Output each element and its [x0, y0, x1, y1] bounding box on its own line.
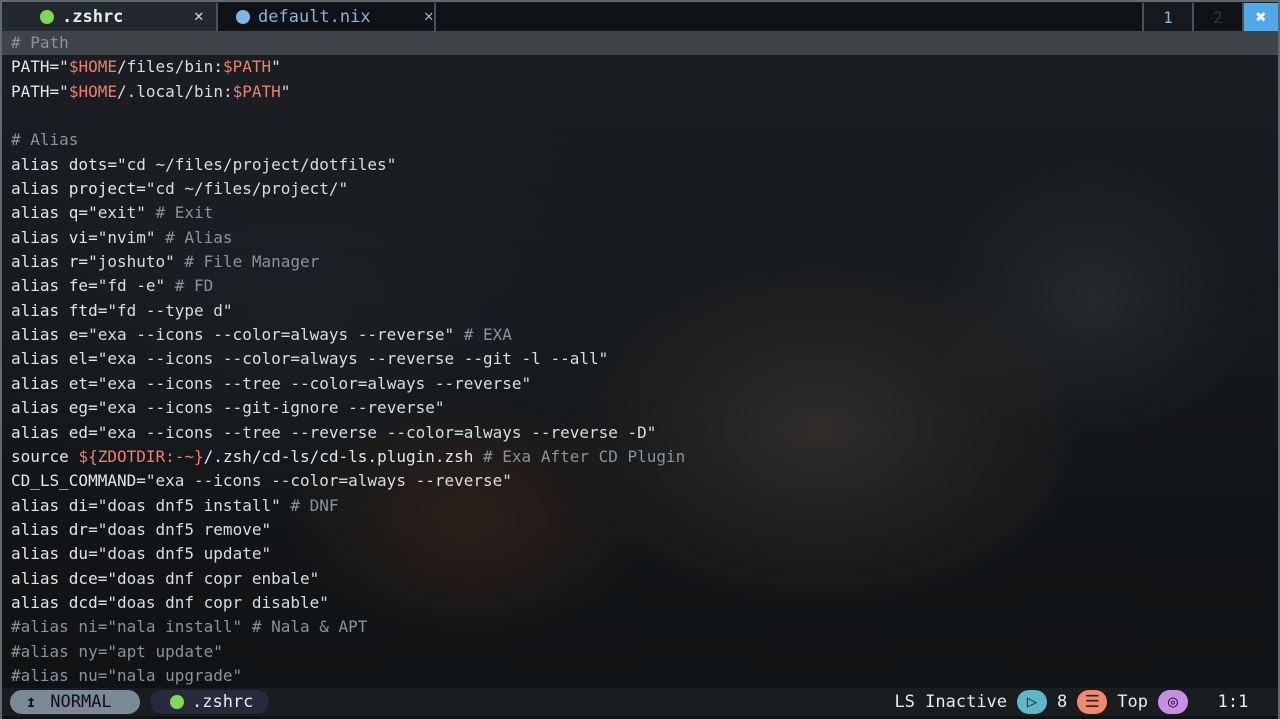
- terminal-window-border: [0, 0, 1280, 719]
